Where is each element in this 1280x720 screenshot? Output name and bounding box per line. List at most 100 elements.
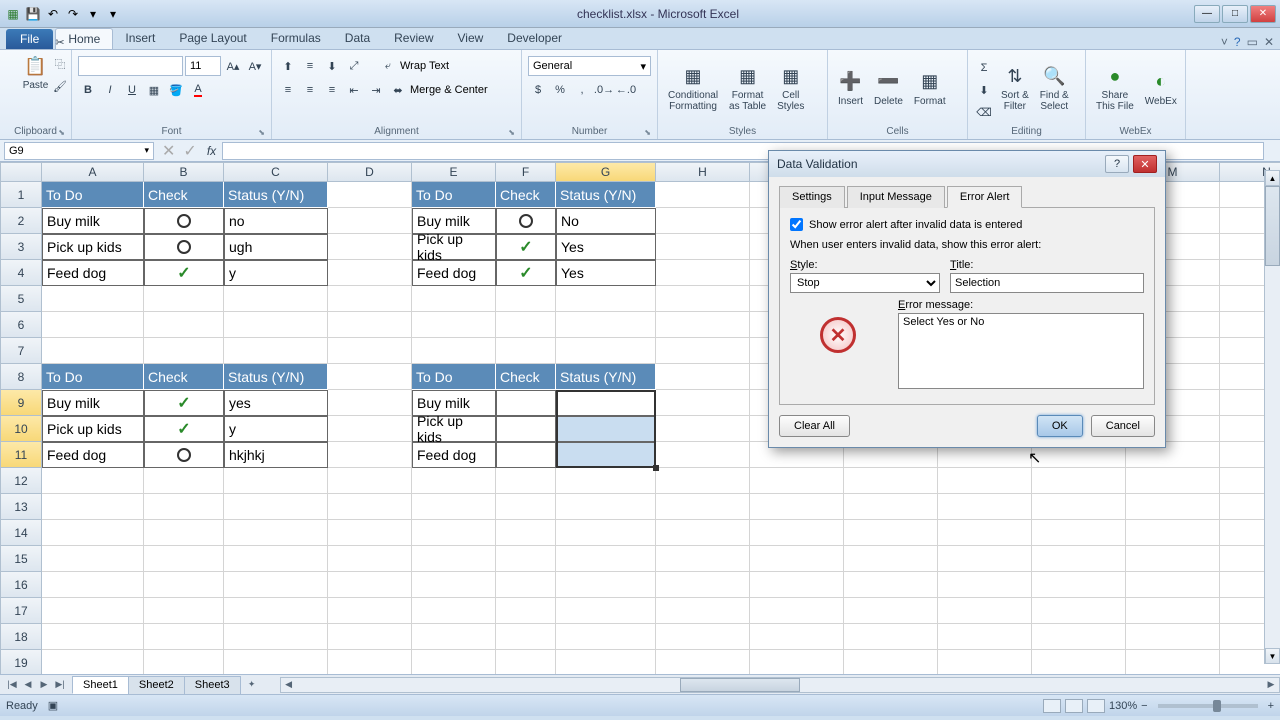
dialog-tab-error-alert[interactable]: Error Alert: [947, 186, 1023, 208]
dialog-help-icon[interactable]: ?: [1105, 155, 1129, 173]
cell-L13[interactable]: [1032, 494, 1126, 520]
cell-F16[interactable]: [496, 572, 556, 598]
percent-icon[interactable]: %: [550, 80, 570, 100]
cell-F5[interactable]: [496, 286, 556, 312]
webex-button[interactable]: ◐WebEx: [1141, 68, 1181, 109]
cell-C12[interactable]: [224, 468, 328, 494]
cell-B14[interactable]: [144, 520, 224, 546]
row-header[interactable]: 13: [0, 494, 42, 520]
cell-F3[interactable]: ✓: [496, 234, 556, 260]
window-restore-icon[interactable]: ▭: [1247, 35, 1258, 49]
cell-M17[interactable]: [1126, 598, 1220, 624]
scroll-thumb[interactable]: [1265, 186, 1280, 266]
file-tab[interactable]: File: [6, 29, 53, 49]
undo-icon[interactable]: ↶: [44, 5, 62, 23]
cell-D9[interactable]: [328, 390, 412, 416]
cell-A10[interactable]: Pick up kids: [42, 416, 144, 442]
cell-B17[interactable]: [144, 598, 224, 624]
column-header[interactable]: D: [328, 162, 412, 182]
cell-K16[interactable]: [938, 572, 1032, 598]
increase-font-icon[interactable]: A▴: [223, 56, 243, 76]
cell-B13[interactable]: [144, 494, 224, 520]
cell-G5[interactable]: [556, 286, 656, 312]
page-break-view-icon[interactable]: [1087, 699, 1105, 713]
cell-D15[interactable]: [328, 546, 412, 572]
qat-icon[interactable]: ▾: [104, 5, 122, 23]
cell-B8[interactable]: Check: [144, 364, 224, 390]
cell-B18[interactable]: [144, 624, 224, 650]
cell-H5[interactable]: [656, 286, 750, 312]
cell-A3[interactable]: Pick up kids: [42, 234, 144, 260]
cell-J18[interactable]: [844, 624, 938, 650]
cell-styles-button[interactable]: ▦Cell Styles: [773, 62, 808, 114]
cell-G13[interactable]: [556, 494, 656, 520]
cell-B6[interactable]: [144, 312, 224, 338]
cell-F11[interactable]: [496, 442, 556, 468]
cell-A12[interactable]: [42, 468, 144, 494]
cell-C5[interactable]: [224, 286, 328, 312]
clear-icon[interactable]: ⌫: [974, 102, 994, 122]
sheet-tab-sheet3[interactable]: Sheet3: [184, 676, 241, 694]
cell-E16[interactable]: [412, 572, 496, 598]
row-header[interactable]: 16: [0, 572, 42, 598]
cell-F13[interactable]: [496, 494, 556, 520]
row-header[interactable]: 3: [0, 234, 42, 260]
cell-F4[interactable]: ✓: [496, 260, 556, 286]
cell-E6[interactable]: [412, 312, 496, 338]
cell-F8[interactable]: Check: [496, 364, 556, 390]
cell-B19[interactable]: [144, 650, 224, 674]
cell-A6[interactable]: [42, 312, 144, 338]
save-icon[interactable]: 💾: [24, 5, 42, 23]
cell-K18[interactable]: [938, 624, 1032, 650]
cell-C13[interactable]: [224, 494, 328, 520]
cell-I19[interactable]: [750, 650, 844, 674]
cell-B2[interactable]: [144, 208, 224, 234]
cell-F17[interactable]: [496, 598, 556, 624]
cell-B11[interactable]: [144, 442, 224, 468]
cell-D4[interactable]: [328, 260, 412, 286]
border-icon[interactable]: ▦: [144, 80, 164, 100]
italic-icon[interactable]: I: [100, 80, 120, 100]
cell-E3[interactable]: Pick up kids: [412, 234, 496, 260]
cell-H7[interactable]: [656, 338, 750, 364]
row-header[interactable]: 5: [0, 286, 42, 312]
new-sheet-icon[interactable]: ✦: [244, 677, 260, 693]
horizontal-scrollbar[interactable]: ◀ ▶: [280, 677, 1280, 693]
ribbon-tab-review[interactable]: Review: [382, 28, 445, 49]
enter-formula-icon[interactable]: ✓: [179, 141, 200, 161]
cell-E19[interactable]: [412, 650, 496, 674]
format-as-table-button[interactable]: ▦Format as Table: [725, 62, 770, 114]
align-bottom-icon[interactable]: ⬇: [322, 56, 342, 76]
autosum-icon[interactable]: Σ: [974, 58, 994, 78]
title-input[interactable]: [950, 273, 1144, 293]
format-painter-icon[interactable]: 🖌: [50, 76, 70, 96]
cell-J16[interactable]: [844, 572, 938, 598]
cell-B3[interactable]: [144, 234, 224, 260]
cell-G3[interactable]: Yes: [556, 234, 656, 260]
cell-H12[interactable]: [656, 468, 750, 494]
cell-G1[interactable]: Status (Y/N): [556, 182, 656, 208]
cell-L14[interactable]: [1032, 520, 1126, 546]
cell-G2[interactable]: No: [556, 208, 656, 234]
cell-A18[interactable]: [42, 624, 144, 650]
dialog-tab-input-message[interactable]: Input Message: [847, 186, 945, 208]
column-header[interactable]: G: [556, 162, 656, 182]
cell-G8[interactable]: Status (Y/N): [556, 364, 656, 390]
cell-C14[interactable]: [224, 520, 328, 546]
show-error-alert-checkbox[interactable]: Show error alert after invalid data is e…: [790, 218, 1144, 231]
bold-icon[interactable]: B: [78, 80, 98, 100]
cell-A17[interactable]: [42, 598, 144, 624]
cell-F19[interactable]: [496, 650, 556, 674]
row-header[interactable]: 18: [0, 624, 42, 650]
cancel-button[interactable]: Cancel: [1091, 415, 1155, 437]
cell-H16[interactable]: [656, 572, 750, 598]
normal-view-icon[interactable]: [1043, 699, 1061, 713]
cell-C19[interactable]: [224, 650, 328, 674]
cell-C10[interactable]: y: [224, 416, 328, 442]
cell-E4[interactable]: Feed dog: [412, 260, 496, 286]
cell-E13[interactable]: [412, 494, 496, 520]
cell-H11[interactable]: [656, 442, 750, 468]
column-header[interactable]: B: [144, 162, 224, 182]
row-header[interactable]: 7: [0, 338, 42, 364]
dialog-launcher-icon[interactable]: ⬊: [644, 128, 651, 137]
